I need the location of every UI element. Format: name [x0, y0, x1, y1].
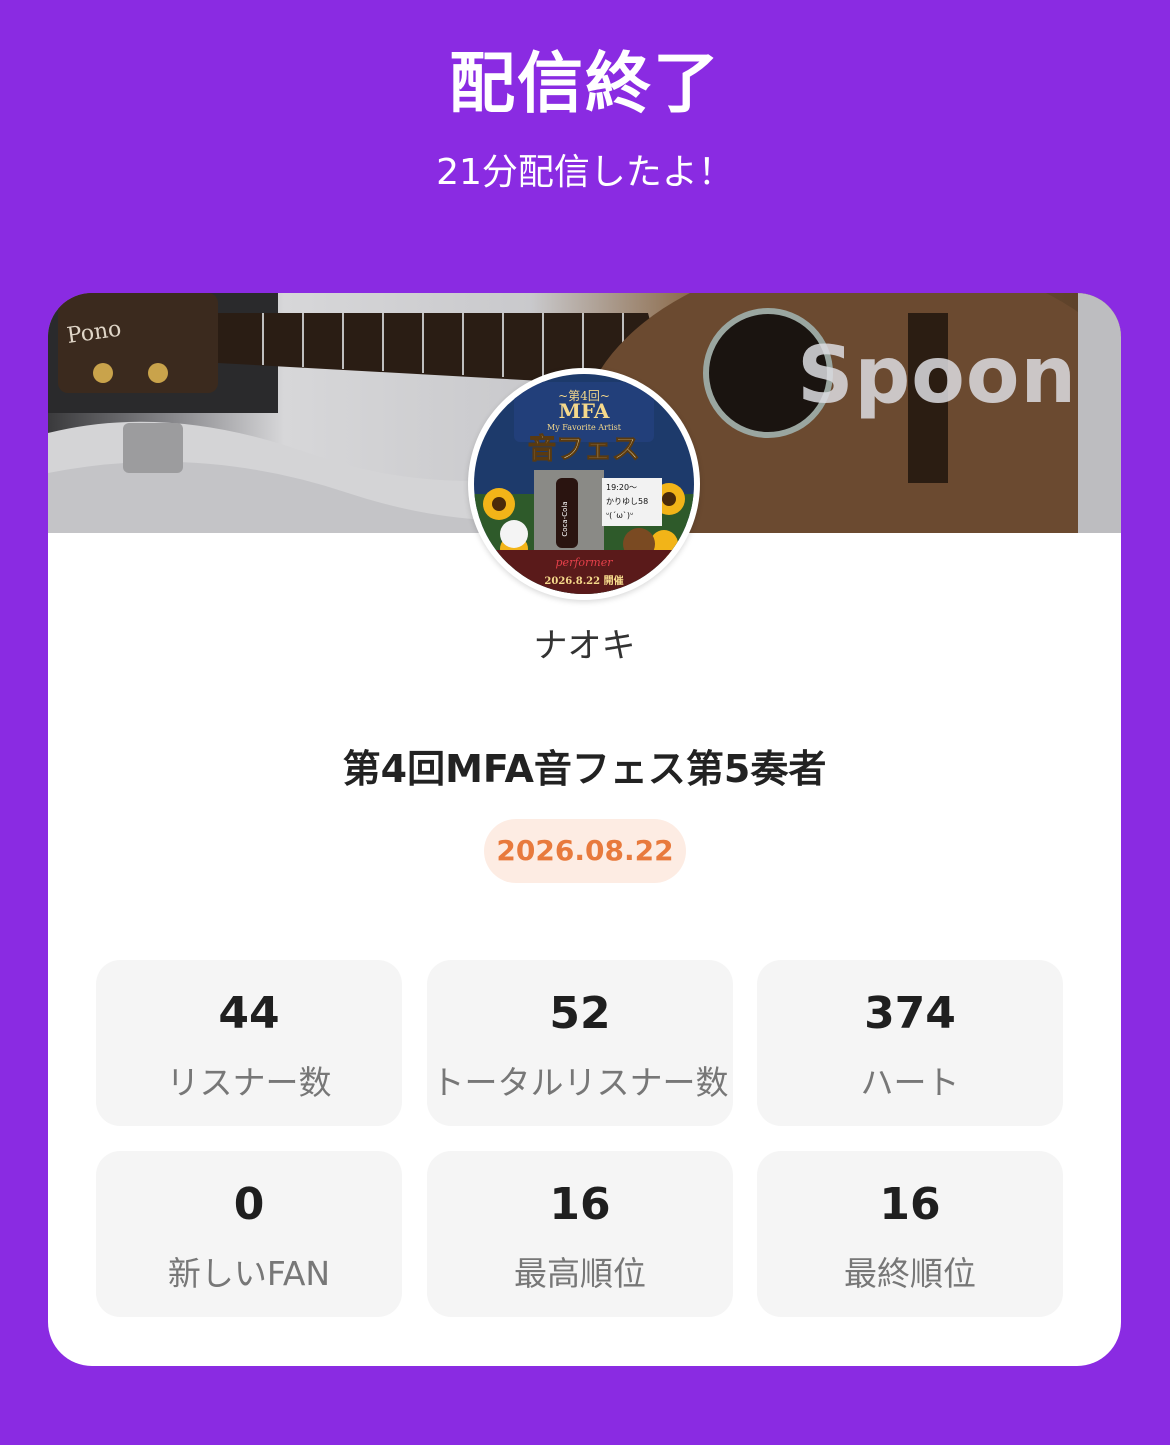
svg-text:かりゆし58: かりゆし58 — [606, 497, 648, 506]
stat-value: 16 — [549, 1179, 611, 1230]
stat-label: リスナー数 — [166, 1063, 332, 1102]
stat-value: 374 — [864, 988, 956, 1039]
date-badge: 2026.08.22 — [484, 819, 686, 883]
stat-listeners: 44 リスナー数 — [96, 960, 402, 1126]
stat-label: 最高順位 — [514, 1254, 646, 1293]
stat-label: 新しいFAN — [167, 1254, 331, 1293]
live-title: 第4回MFA音フェス第5奏者 — [342, 747, 827, 791]
stat-value: 16 — [879, 1179, 941, 1230]
stat-new-fans: 0 新しいFAN — [96, 1151, 402, 1317]
svg-text:performer: performer — [556, 556, 614, 569]
duration-subtitle: 21分配信したよ！ — [436, 152, 734, 193]
page-title: 配信終了 — [449, 45, 721, 122]
stat-value: 44 — [218, 988, 280, 1039]
spoon-logo: Spoon — [797, 331, 1077, 421]
event-poster-avatar-icon: ~第4回~ MFA My Favorite Artist 音フェス Coca-C… — [474, 374, 694, 594]
live-summary-card: Pono Spoon ~第4回~ MFA My Favorite Artist … — [48, 293, 1121, 1366]
svg-text:My Favorite Artist: My Favorite Artist — [547, 423, 622, 432]
stat-label: トータルリスナー数 — [431, 1063, 729, 1102]
stat-final-rank: 16 最終順位 — [757, 1151, 1063, 1317]
stat-value: 0 — [233, 1179, 265, 1230]
svg-text:ᐡ(ˊωˋ)ᐡ: ᐡ(ˊωˋ)ᐡ — [606, 510, 633, 520]
svg-text:Coca-Cola: Coca-Cola — [561, 501, 569, 536]
host-username: ナオキ — [533, 626, 636, 666]
svg-text:音フェス: 音フェス — [528, 432, 640, 465]
svg-text:MFA: MFA — [559, 399, 610, 423]
svg-text:2026.8.22 開催: 2026.8.22 開催 — [544, 574, 623, 587]
stat-value: 52 — [549, 988, 611, 1039]
stat-total-listeners: 52 トータルリスナー数 — [427, 960, 733, 1126]
stat-label: 最終順位 — [844, 1254, 976, 1293]
avatar[interactable]: ~第4回~ MFA My Favorite Artist 音フェス Coca-C… — [468, 368, 700, 600]
svg-text:19:20～: 19:20～ — [606, 483, 637, 492]
stat-highest-rank: 16 最高順位 — [427, 1151, 733, 1317]
stat-hearts: 374 ハート — [757, 960, 1063, 1126]
stat-label: ハート — [860, 1063, 960, 1102]
